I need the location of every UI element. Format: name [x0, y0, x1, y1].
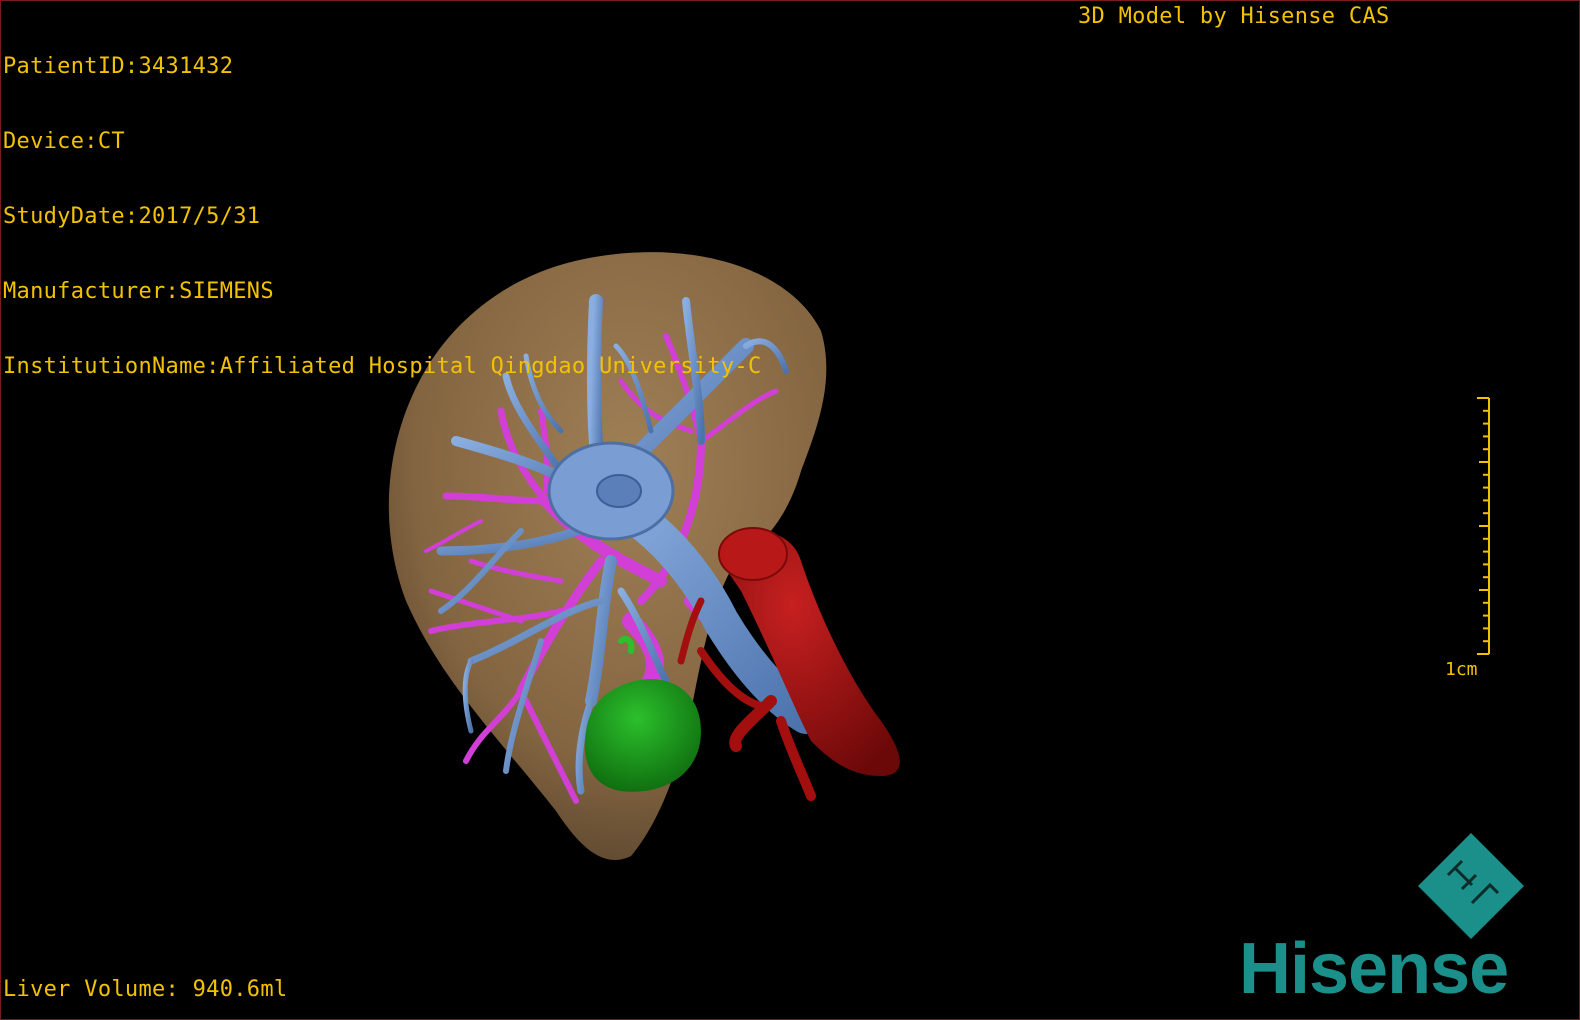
scale-label: 1cm [1445, 659, 1478, 680]
device-text: Device:CT [3, 129, 125, 154]
study-date-text: StudyDate:2017/5/31 [3, 204, 261, 229]
brand-wordmark: Hisense [1239, 929, 1509, 1009]
institution-text: InstitutionName:Affiliated Hospital Qing… [3, 354, 762, 379]
confluence-opening [596, 474, 642, 508]
manufacturer-text: Manufacturer:SIEMENS [3, 279, 274, 304]
dicom-info-overlay: PatientID:3431432 Device:CT StudyDate:20… [3, 4, 762, 429]
liver-volume-text: Liver Volume: 940.6ml [3, 977, 288, 1002]
model-credit-text: 3D Model by Hisense CAS [1078, 4, 1390, 29]
patient-id-text: PatientID:3431432 [3, 54, 234, 79]
scale-bar [1477, 397, 1490, 655]
3d-viewport[interactable]: PatientID:3431432 Device:CT StudyDate:20… [0, 0, 1580, 1020]
